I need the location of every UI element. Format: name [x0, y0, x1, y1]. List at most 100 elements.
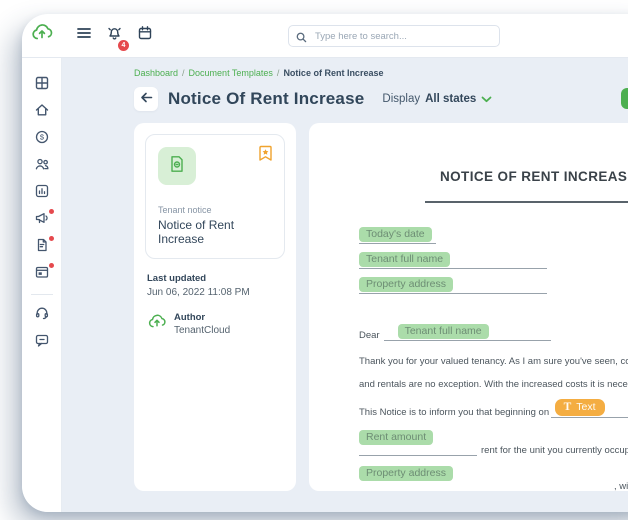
breadcrumb-current: Notice of Rent Increase [283, 68, 383, 78]
blank-line: Tenant full name [384, 324, 551, 341]
hamburger-icon [76, 26, 92, 45]
blank-line [359, 268, 547, 269]
screenshot-stage: 4 [0, 0, 628, 520]
sidebar-rail: $ [22, 58, 62, 512]
breadcrumb-document-templates[interactable]: Document Templates [189, 68, 273, 78]
field-group-todays-date: Today's date [359, 224, 628, 244]
chevron-down-icon [481, 90, 492, 108]
bookmark-star-icon[interactable] [258, 145, 273, 167]
author-row: Author TenantCloud [147, 312, 283, 337]
rent-amount-group: Rent amount rent for the unit you curren… [359, 427, 628, 456]
sidebar-item-home[interactable] [29, 99, 55, 125]
display-value: All states [425, 93, 476, 105]
template-card[interactable]: Tenant notice Notice of Rent Increase [145, 134, 285, 259]
breadcrumb-dashboard[interactable]: Dashboard [134, 68, 178, 78]
calendar-icon [137, 25, 153, 46]
arrow-left-icon [140, 90, 153, 108]
document-title-underline [425, 201, 628, 203]
property-address-line: , will [359, 481, 628, 491]
content-area: Dashboard / Document Templates / Notice … [62, 58, 628, 512]
rent-unit-text: rent for the unit you currently occupy, [481, 445, 628, 456]
author-label: Author [174, 312, 230, 323]
author-name: TenantCloud [174, 325, 230, 336]
document-fields: Today's date Tenant full name Property a… [359, 224, 628, 294]
sidebar-item-payments[interactable]: $ [29, 126, 55, 152]
last-updated-label: Last updated [147, 273, 283, 284]
property-address-group: Property address , will [359, 463, 628, 491]
back-button[interactable] [134, 87, 158, 111]
logo-cell[interactable] [22, 21, 62, 50]
page-header: Notice Of Rent Increase Display All stat… [134, 87, 628, 111]
red-dot-indicator [49, 236, 54, 241]
template-name: Notice of Rent Increase [158, 218, 272, 246]
search-icon [296, 30, 307, 48]
green-document-icon [167, 154, 187, 179]
app-window: 4 [22, 14, 628, 512]
sidebar-item-marketing[interactable] [29, 207, 55, 233]
field-group-tenant-name: Tenant full name [359, 249, 628, 269]
blank-line: TText [551, 400, 628, 418]
breadcrumb-separator: / [182, 68, 185, 78]
field-badge-tenant-name[interactable]: Tenant full name [398, 324, 489, 339]
will-text: , will [614, 481, 628, 491]
dollar-circle-icon: $ [34, 129, 50, 150]
primary-action-button-partial[interactable] [621, 88, 628, 109]
last-updated-value: Jun 06, 2022 11:08 PM [147, 287, 283, 298]
author-block: Author TenantCloud [174, 312, 230, 336]
people-icon [34, 156, 50, 177]
blank-line [359, 481, 614, 491]
sidebar-item-templates[interactable] [29, 261, 55, 287]
dear-text: Dear [359, 330, 380, 341]
author-cloud-icon [147, 312, 167, 337]
search-input[interactable] [288, 25, 500, 47]
calendar-button[interactable] [137, 25, 153, 46]
megaphone-icon [34, 210, 50, 231]
field-badge-rent-amount[interactable]: Rent amount [359, 430, 433, 445]
template-panel: Tenant notice Notice of Rent Increase La… [134, 123, 296, 491]
sidebar-item-dashboard[interactable] [29, 72, 55, 98]
field-badge-todays-date[interactable]: Today's date [359, 227, 432, 242]
notifications-button[interactable]: 4 [106, 25, 123, 47]
breadcrumb-separator: / [277, 68, 280, 78]
sidebar-item-documents[interactable] [29, 234, 55, 260]
sidebar-item-reports[interactable] [29, 180, 55, 206]
blank-line [359, 243, 436, 244]
sidebar-divider [31, 294, 53, 295]
paragraph-2: and rentals are no exception. With the i… [359, 379, 628, 390]
field-badge-property-address[interactable]: Property address [359, 277, 453, 292]
headset-icon [34, 305, 50, 326]
template-meta: Last updated Jun 06, 2022 11:08 PM Auth [145, 259, 285, 337]
sidebar-item-contacts[interactable] [29, 153, 55, 179]
sidebar-item-support[interactable] [29, 302, 55, 328]
template-category: Tenant notice [158, 205, 272, 215]
chat-icon [34, 332, 50, 353]
svg-text:$: $ [39, 132, 44, 141]
template-doc-tile [158, 147, 196, 185]
red-dot-indicator [49, 209, 54, 214]
sidebar-item-feedback[interactable] [29, 329, 55, 355]
topbar: 4 [22, 14, 628, 58]
hamburger-menu-button[interactable] [76, 26, 92, 45]
display-filter[interactable]: Display All states [382, 90, 492, 108]
main-row: Tenant notice Notice of Rent Increase La… [134, 123, 628, 491]
beginning-line: This Notice is to inform you that beginn… [359, 400, 628, 418]
field-badge-property-address[interactable]: Property address [359, 466, 453, 481]
field-badge-tenant-name[interactable]: Tenant full name [359, 252, 450, 267]
body-row: $ [22, 58, 628, 512]
field-group-property-address: Property address [359, 274, 628, 294]
page-title: Notice Of Rent Increase [168, 89, 364, 109]
notification-count-badge: 4 [118, 40, 129, 51]
text-badge[interactable]: TText [555, 399, 605, 416]
display-label: Display [382, 93, 420, 105]
blank-line [359, 445, 477, 456]
document-preview: NOTICE OF RENT INCREASE Today's date Ten… [309, 123, 628, 491]
document-title: NOTICE OF RENT INCREASE [440, 169, 628, 184]
document-icon [34, 237, 50, 258]
card-icon [34, 264, 50, 285]
home-icon [34, 102, 50, 123]
global-search [288, 25, 500, 47]
dear-line: Dear Tenant full name [359, 324, 628, 341]
breadcrumb: Dashboard / Document Templates / Notice … [134, 68, 628, 78]
red-dot-indicator [49, 263, 54, 268]
beginning-text: This Notice is to inform you that beginn… [359, 407, 549, 418]
